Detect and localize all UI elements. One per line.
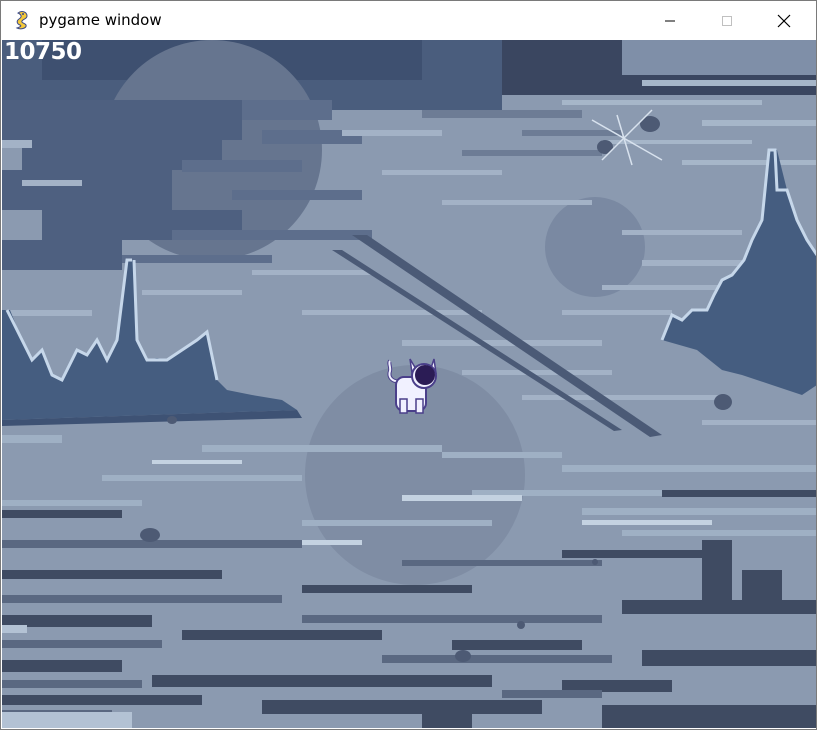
minimize-button[interactable] — [647, 1, 693, 40]
maximize-icon — [722, 15, 732, 26]
title-bar[interactable]: pygame window — [1, 1, 816, 40]
pygame-snake-icon — [15, 11, 28, 30]
score-counter: 10750 — [4, 39, 82, 65]
close-button[interactable] — [761, 1, 807, 40]
close-icon — [777, 14, 791, 27]
game-canvas[interactable] — [2, 40, 816, 728]
planet-mid-right — [545, 197, 645, 297]
window-title: pygame window — [39, 11, 162, 29]
minimize-icon — [665, 20, 675, 21]
game-scene — [2, 40, 816, 728]
cat-face — [415, 365, 435, 385]
pygame-window: pygame window 10750 — [0, 0, 817, 730]
maximize-button[interactable] — [704, 1, 750, 40]
